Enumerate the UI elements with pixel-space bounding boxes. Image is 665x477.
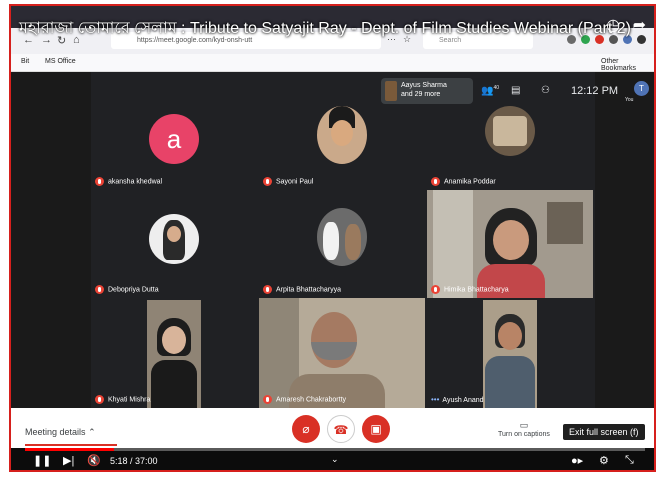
participant-video xyxy=(483,300,537,408)
participant-name: Sayoni Paul xyxy=(276,178,314,186)
participant-chip-name: Aayus Sharma xyxy=(401,82,447,89)
avatar: a xyxy=(149,114,199,164)
avatar xyxy=(317,208,367,266)
screenshot-frame: ← → ↻ ⌂ https://meet.google.com/kyd-onsh… xyxy=(9,4,656,472)
participant-video: Amaresh Chakrabortty xyxy=(259,298,425,408)
mic-off-icon xyxy=(431,177,440,186)
video-title: মহারাজা তোমারে সেলাম : Tribute to Satyaj… xyxy=(19,20,631,37)
progress-bar[interactable] xyxy=(25,448,645,451)
camera-toggle-button[interactable]: ▣ xyxy=(362,415,390,443)
meeting-details-button[interactable]: Meeting details ⌃ xyxy=(25,427,96,438)
mic-toggle-button[interactable]: ⌀ xyxy=(292,415,320,443)
captions-icon: ▭ xyxy=(519,420,529,430)
menu-icon[interactable] xyxy=(637,35,646,44)
avatar xyxy=(485,106,535,156)
meeting-controls: Meeting details ⌃ ⌀ ☎ ▣ ▭ Turn on captio… xyxy=(11,408,654,448)
mic-off-icon xyxy=(263,285,272,294)
mic-off-icon xyxy=(263,395,272,404)
progress-fill xyxy=(25,448,114,451)
share-icon[interactable]: ➦ xyxy=(633,17,646,34)
bookmarks-bar: Bit MS Office Other Bookmarks xyxy=(11,54,654,72)
settings-gear-icon[interactable]: ⚙ xyxy=(599,454,609,467)
captions-button[interactable]: ▭ Turn on captions xyxy=(498,420,550,438)
playback-time: 5:18 / 37:00 xyxy=(110,456,158,466)
meeting-clock: 12:12 PM xyxy=(571,85,619,97)
autoplay-toggle[interactable]: ●▸ xyxy=(571,454,583,467)
participant-name: akansha khedwal xyxy=(108,178,163,186)
participant-tile: a akansha khedwal xyxy=(91,106,257,190)
participant-name: Anamika Poddar xyxy=(444,178,496,186)
participant-chip-more: and 29 more xyxy=(401,91,441,98)
participant-tile: Arpita Bhattacharyya xyxy=(259,190,425,298)
avatar xyxy=(317,106,367,164)
mic-off-icon xyxy=(263,177,272,186)
next-icon[interactable]: ▶| xyxy=(63,454,74,467)
activities-icon[interactable]: ⚇ xyxy=(541,85,550,96)
participant-name: Khyati Mishra xyxy=(108,396,151,404)
participant-name: Amaresh Chakrabortty xyxy=(276,396,347,404)
self-label: You xyxy=(625,97,634,103)
captions-label: Turn on captions xyxy=(498,431,550,438)
bookmark-ms-office[interactable]: MS Office xyxy=(45,58,76,65)
participant-name: Himika Bhattacharya xyxy=(444,286,509,294)
participant-name: Ayush Anand xyxy=(442,397,484,404)
participant-tile: Sayoni Paul xyxy=(259,106,425,190)
participant-tile: Khyati Mishra xyxy=(91,298,257,408)
leave-call-button[interactable]: ☎ xyxy=(327,415,355,443)
video-player-bar: ❚❚ ▶| 🔇 5:18 / 37:00 ⌄ ●▸ ⚙ ⤡ xyxy=(11,448,654,470)
chat-icon[interactable]: ▤ xyxy=(511,85,520,96)
avatar xyxy=(149,214,199,264)
participant-tile: ••• Ayush Anand xyxy=(427,298,593,408)
people-icon[interactable]: 👥40 xyxy=(481,85,499,96)
participant-thumbnail xyxy=(385,81,397,101)
participants-chip[interactable]: Aayus Sharma and 29 more xyxy=(381,78,473,104)
watch-later-icon[interactable]: ◷ xyxy=(606,17,620,34)
bookmark-bit[interactable]: Bit xyxy=(21,58,29,65)
meet-top-bar: Aayus Sharma and 29 more 👥40 ▤ ⚇ 12:12 P… xyxy=(11,72,654,110)
self-avatar: T xyxy=(634,81,649,96)
mic-off-icon xyxy=(95,285,104,294)
participant-tile: Debopriya Dutta xyxy=(91,190,257,298)
people-count: 40 xyxy=(493,85,500,91)
participant-tile: Anamika Poddar xyxy=(427,106,593,190)
mic-off-icon xyxy=(431,285,440,294)
chevron-down-icon[interactable]: ⌄ xyxy=(331,454,339,465)
exit-fullscreen-icon[interactable]: ⤡ xyxy=(625,454,634,467)
other-bookmarks[interactable]: Other Bookmarks xyxy=(601,58,654,72)
overlay-icons: ◷ ➦ xyxy=(606,15,646,35)
participant-name: Debopriya Dutta xyxy=(108,286,159,294)
mute-icon[interactable]: 🔇 xyxy=(87,454,101,467)
participant-video xyxy=(147,300,201,408)
pause-icon[interactable]: ❚❚ xyxy=(33,454,51,467)
participant-name: Arpita Bhattacharyya xyxy=(276,286,341,294)
meet-grid: a akansha khedwal Sayoni Paul Anamika Po… xyxy=(11,72,654,408)
chevron-up-icon: ⌃ xyxy=(88,427,96,437)
participant-video: Himika Bhattacharya xyxy=(427,190,593,298)
exit-fullscreen-tooltip: Exit full screen (f) xyxy=(563,424,645,440)
speaking-indicator-icon: ••• xyxy=(431,395,440,404)
meeting-details-label: Meeting details xyxy=(25,427,86,437)
mic-off-icon xyxy=(95,395,104,404)
mic-off-icon xyxy=(95,177,104,186)
